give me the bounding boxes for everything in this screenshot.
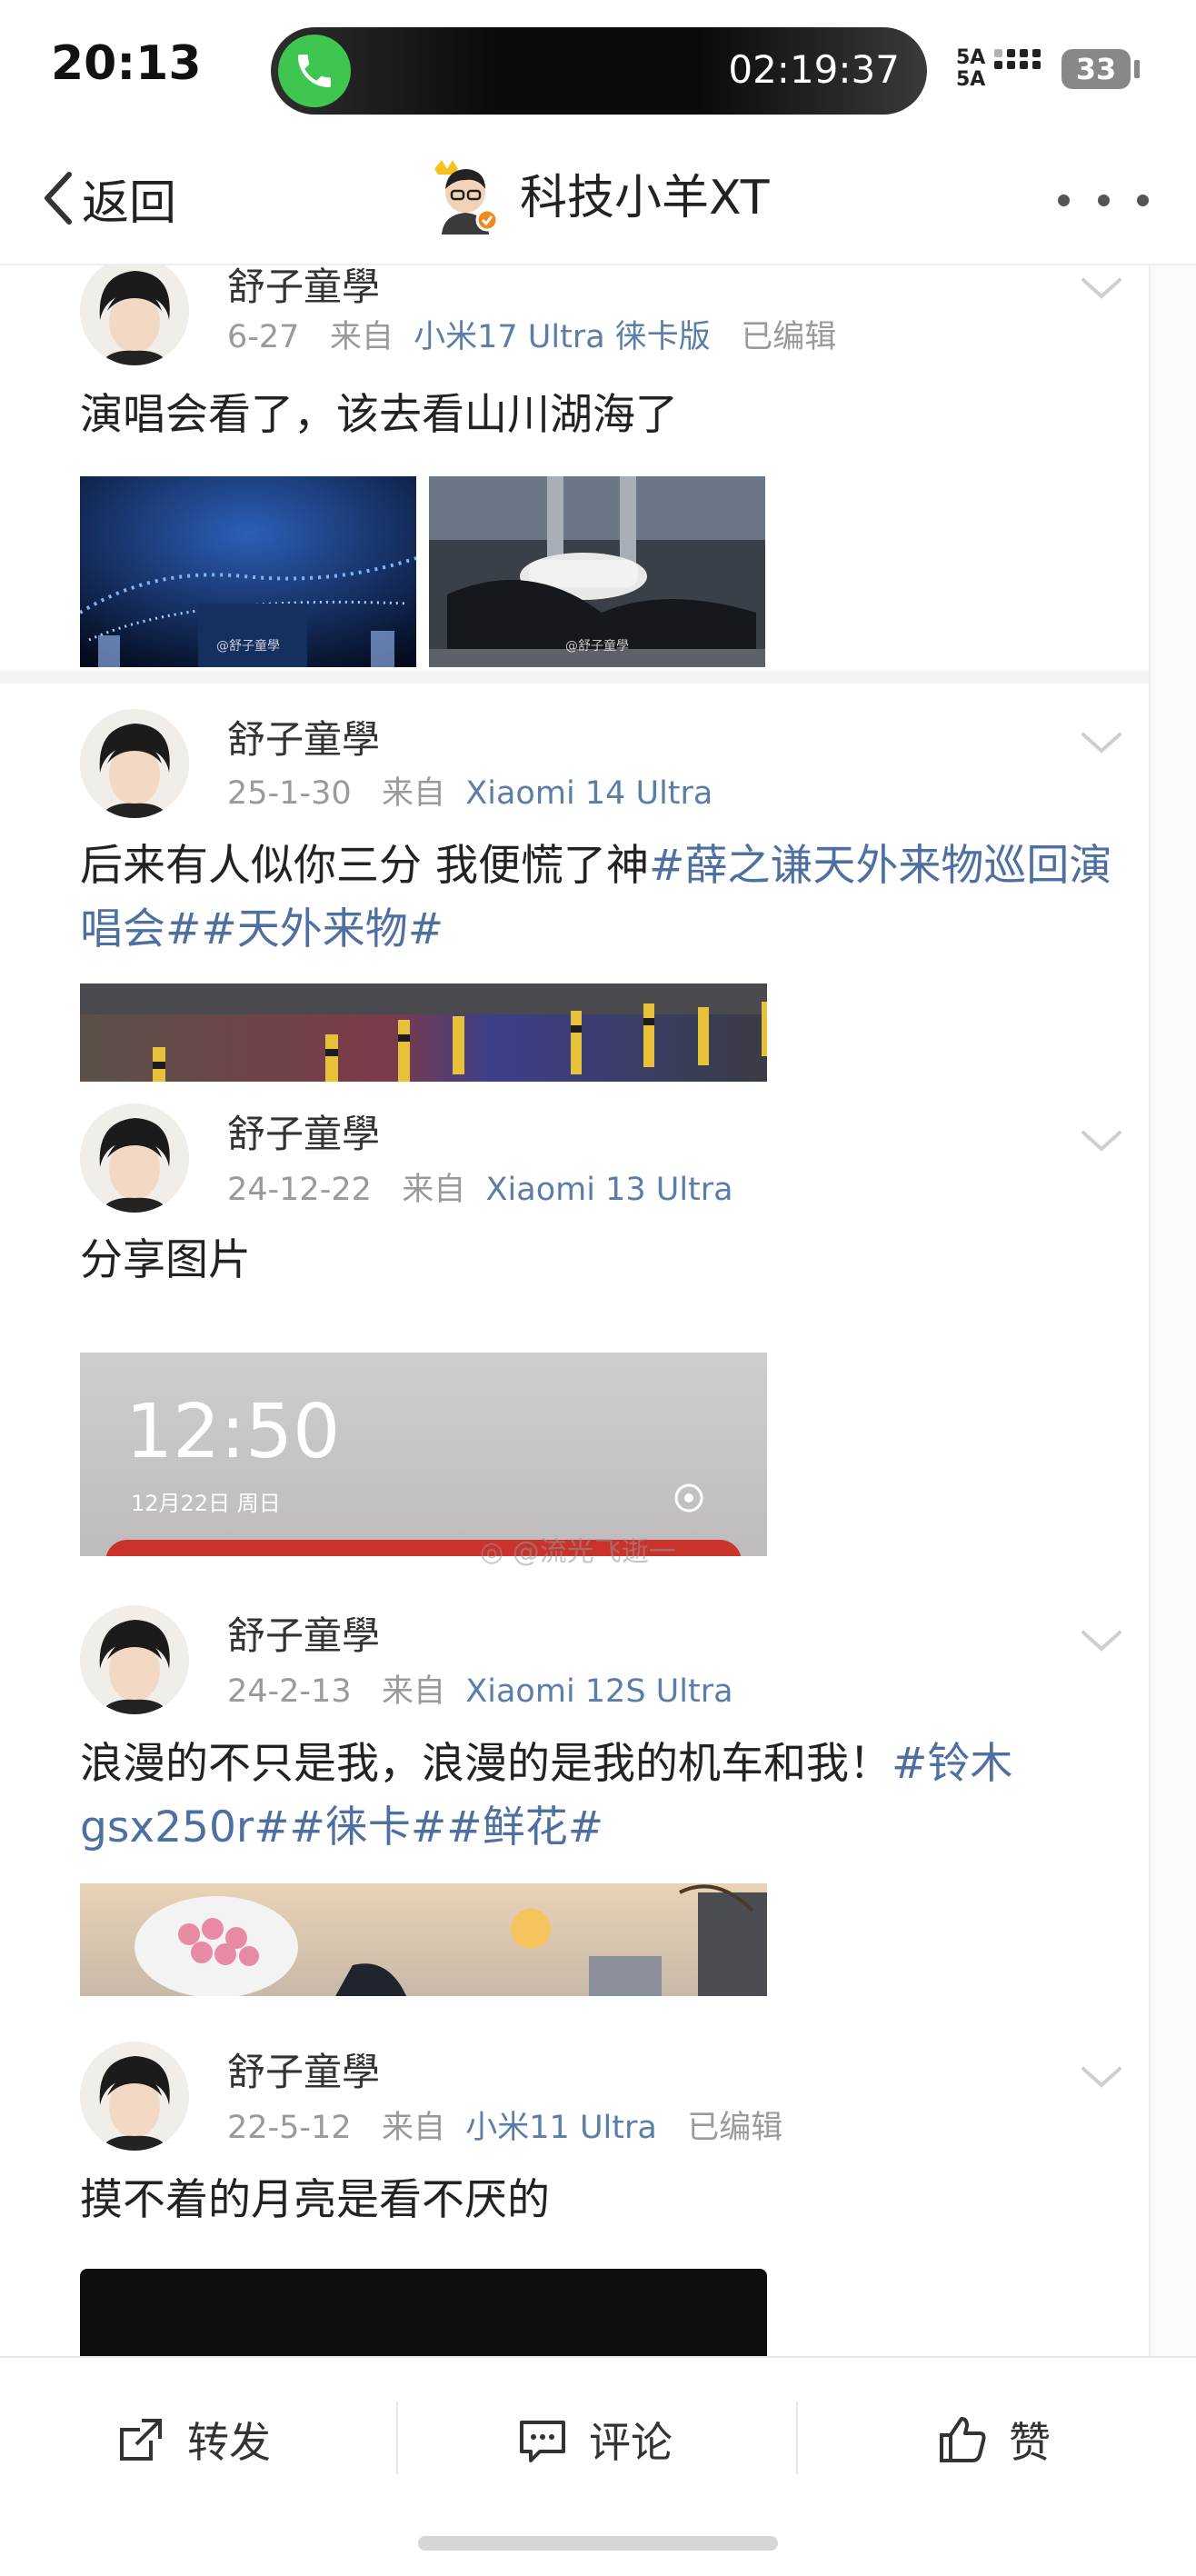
card-separator: [0, 671, 1151, 684]
post-date: 6-27: [227, 319, 300, 355]
user-name[interactable]: 舒子童學: [227, 709, 380, 764]
avatar[interactable]: [80, 1103, 189, 1213]
post-date: 24-2-13: [227, 1673, 352, 1710]
post-image[interactable]: 12:50 12月22日 周日: [80, 1353, 767, 1558]
post-via: 来自: [382, 1673, 446, 1710]
divider: [796, 2401, 798, 2474]
chevron-down-icon[interactable]: [1080, 275, 1123, 302]
post-meta: 24-2-13 来自 Xiaomi 12S Ultra: [227, 1665, 733, 1712]
comment-label: 评论: [589, 2418, 673, 2467]
post-image[interactable]: [80, 983, 767, 1082]
share-icon: [120, 2419, 162, 2461]
repost-button[interactable]: 转发: [115, 2394, 271, 2485]
post-image[interactable]: @舒子童學: [80, 476, 416, 667]
comment-button[interactable]: 评论: [516, 2394, 673, 2485]
avatar[interactable]: [80, 709, 189, 818]
avatar[interactable]: [80, 265, 189, 365]
user-name[interactable]: 舒子童學: [227, 2042, 380, 2097]
home-indicator[interactable]: [418, 2536, 778, 2551]
post-device-source[interactable]: 小米17 Ultra 徕卡版: [414, 319, 711, 355]
comment-icon: [520, 2421, 565, 2462]
post-device-source[interactable]: Xiaomi 13 Ultra: [486, 1172, 733, 1208]
edited-label: 已编辑: [741, 319, 837, 355]
post-text: 浪漫的不只是我，浪漫的是我的机车和我！#铃木gsx250r##徕卡##鲜花#: [80, 1732, 1125, 1860]
post-via: 来自: [329, 319, 394, 355]
like-button[interactable]: 赞: [936, 2394, 1051, 2485]
post-image[interactable]: @舒子童學: [429, 476, 765, 667]
post-body: 后来有人似你三分 我便慌了神: [80, 841, 649, 891]
thumbs-up-icon: [940, 2417, 986, 2462]
post-date: 24-12-22: [227, 1172, 372, 1208]
lockscreen-date: 12月22日 周日: [131, 1491, 281, 1516]
chevron-down-icon[interactable]: [1080, 1627, 1123, 1654]
post-text: 演唱会看了，该去看山川湖海了: [80, 390, 678, 440]
chevron-down-icon[interactable]: [1080, 2063, 1123, 2091]
image-watermark: @舒子童學: [565, 639, 629, 654]
camera-icon: [674, 1483, 703, 1513]
ongoing-call-pill[interactable]: 02:19:37: [271, 27, 927, 115]
post-meta: 24-12-22 来自 Xiaomi 13 Ultra: [227, 1163, 733, 1210]
post-feed[interactable]: 舒子童學 6-27 来自 小米17 Ultra 徕卡版 已编辑 演唱会看了，该去…: [0, 265, 1196, 2356]
back-button[interactable]: 返回: [40, 162, 176, 235]
chevron-down-icon[interactable]: [1080, 1127, 1123, 1154]
post-via: 来自: [382, 2110, 446, 2146]
weibo-icon: ◎: [480, 1536, 504, 1568]
image-watermark: @舒子童學: [216, 639, 280, 654]
post-via: 来自: [402, 1172, 466, 1208]
post-device-source[interactable]: 小米11 Ultra: [465, 2110, 657, 2146]
post-device-source[interactable]: Xiaomi 14 Ultra: [465, 775, 713, 812]
dot-icon: [1058, 194, 1070, 206]
post-card[interactable]: 舒子童學 25-1-30 来自 Xiaomi 14 Ultra 后来有人似你三分…: [0, 684, 1149, 1082]
battery-tip: [1134, 60, 1140, 78]
dot-icon: [1137, 194, 1149, 206]
battery-icon: 33: [1061, 49, 1131, 89]
avatar[interactable]: [80, 1605, 189, 1714]
post-card[interactable]: 舒子童學 6-27 来自 小米17 Ultra 徕卡版 已编辑 演唱会看了，该去…: [0, 265, 1149, 671]
dot-icon: [1097, 194, 1110, 206]
weibo-watermark: ◎ @流光飞逝一: [480, 1536, 676, 1568]
post-card[interactable]: 舒子童學 24-2-13 来自 Xiaomi 12S Ultra 浪漫的不只是我…: [0, 1556, 1149, 1996]
back-label: 返回: [82, 175, 177, 231]
post-image[interactable]: [80, 2269, 767, 2356]
post-text: 分享图片: [80, 1235, 251, 1285]
scroll-gutter: [1149, 265, 1196, 2356]
edited-label: 已编辑: [687, 2110, 783, 2146]
nav-bar: 返回 科技小羊XT: [0, 136, 1196, 265]
phone-icon: [278, 35, 351, 107]
post-date: 25-1-30: [227, 775, 352, 812]
status-time: 20:13: [51, 36, 202, 91]
post-body: 浪漫的不只是我，浪漫的是我的机车和我！: [80, 1739, 892, 1789]
post-text: 摸不着的月亮是看不厌的: [80, 2175, 550, 2225]
post-image[interactable]: [80, 1883, 767, 1996]
lockscreen-time: 12:50: [125, 1389, 341, 1475]
status-bar: 20:13 02:19:37 5A 5A 33: [0, 0, 1196, 136]
post-text: 后来有人似你三分 我便慌了神#薛之谦天外来物巡回演唱会##天外来物#: [80, 834, 1125, 962]
post-device-source[interactable]: Xiaomi 12S Ultra: [465, 1673, 733, 1710]
post-meta: 6-27 来自 小米17 Ultra 徕卡版 已编辑: [227, 311, 836, 357]
account-avatar[interactable]: [427, 158, 503, 235]
divider: [396, 2401, 398, 2474]
post-meta: 25-1-30 来自 Xiaomi 14 Ultra: [227, 767, 713, 814]
like-label: 赞: [1009, 2418, 1051, 2467]
post-date: 22-5-12: [227, 2110, 352, 2146]
bottom-action-bar: 转发 评论 赞: [0, 2356, 1196, 2576]
more-options-button[interactable]: [1058, 182, 1149, 218]
user-name[interactable]: 舒子童學: [227, 1605, 380, 1661]
signal-icon: [994, 49, 1042, 69]
repost-label: 转发: [187, 2418, 271, 2467]
call-timer: 02:19:37: [728, 47, 900, 92]
avatar[interactable]: [80, 2042, 189, 2151]
post-card[interactable]: 舒子童學 22-5-12 来自 小米11 Ultra 已编辑 摸不着的月亮是看不…: [0, 1996, 1149, 2356]
user-name[interactable]: 舒子童學: [227, 1103, 380, 1159]
post-meta: 22-5-12 来自 小米11 Ultra 已编辑: [227, 2102, 782, 2148]
post-via: 来自: [382, 775, 446, 812]
chevron-left-icon: [45, 172, 72, 225]
network-type-label: 5A 5A: [956, 46, 986, 91]
page-title: 科技小羊XT: [520, 171, 770, 225]
user-name[interactable]: 舒子童學: [227, 265, 380, 312]
chevron-down-icon[interactable]: [1080, 729, 1123, 756]
